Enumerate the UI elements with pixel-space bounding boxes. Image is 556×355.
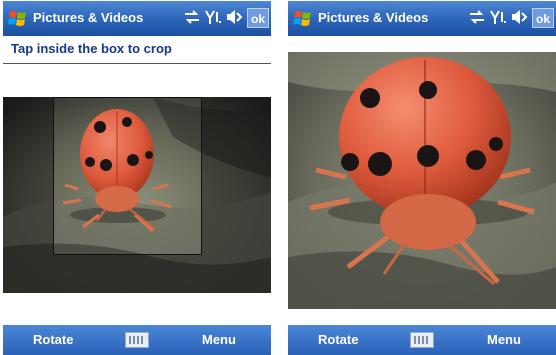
menu-softkey[interactable]: Menu — [487, 332, 521, 347]
crop-box[interactable] — [53, 97, 202, 255]
device-screen-crop-mode: Pictures & Videos ok Tap inside the box … — [3, 1, 271, 355]
connectivity-icon[interactable] — [183, 10, 201, 24]
rotate-softkey[interactable]: Rotate — [33, 332, 73, 347]
crop-instruction: Tap inside the box to crop — [11, 41, 172, 56]
title-bar: Pictures & Videos ok — [3, 1, 271, 36]
app-title: Pictures & Videos — [33, 10, 144, 25]
keyboard-icon[interactable] — [410, 332, 434, 348]
volume-icon[interactable] — [511, 9, 528, 25]
ok-button[interactable]: ok — [247, 8, 269, 28]
volume-icon[interactable] — [226, 9, 243, 25]
windows-start-icon[interactable] — [292, 8, 314, 30]
instruction-bar: Tap inside the box to crop — [3, 36, 271, 64]
crop-shade-right — [202, 97, 271, 293]
device-screen-cropped: Pictures & Videos ok Rotate Menu — [288, 1, 556, 355]
menu-bar: Rotate Menu — [3, 325, 271, 355]
photo-viewport[interactable] — [3, 97, 271, 293]
title-bar: Pictures & Videos ok — [288, 1, 556, 36]
signal-icon[interactable] — [490, 9, 506, 25]
ladybug-photo-cropped — [288, 52, 556, 309]
crop-shade-bottom — [53, 255, 202, 293]
crop-shade-left — [3, 97, 53, 293]
menu-softkey[interactable]: Menu — [202, 332, 236, 347]
signal-icon[interactable] — [205, 9, 221, 25]
windows-start-icon[interactable] — [7, 8, 29, 30]
rotate-softkey[interactable]: Rotate — [318, 332, 358, 347]
connectivity-icon[interactable] — [468, 10, 486, 24]
ok-button[interactable]: ok — [532, 8, 554, 28]
keyboard-icon[interactable] — [125, 332, 149, 348]
menu-bar: Rotate Menu — [288, 325, 556, 355]
app-title: Pictures & Videos — [318, 10, 429, 25]
photo-viewport[interactable] — [288, 52, 556, 309]
